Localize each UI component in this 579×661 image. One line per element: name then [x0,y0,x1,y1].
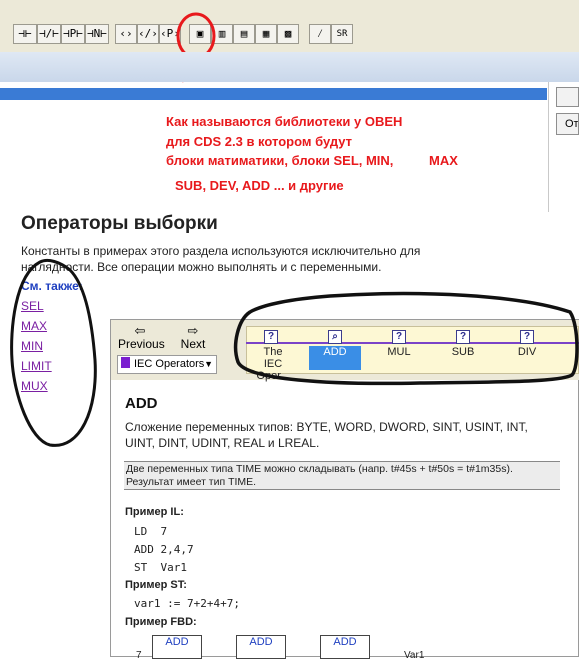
link-sel[interactable]: SEL [21,299,44,313]
topic-the-iec-operators[interactable]: ? The IEC Oper... [248,330,298,382]
topic-mul[interactable]: ? MUL [379,330,419,370]
il-code-line: ST Var1 [134,561,187,574]
search-topic-icon: ⌕ [328,330,342,344]
topic-label: DIV [517,346,537,358]
annotation-line-3: блоки матиматики, блоки SEL, MIN, [166,153,394,168]
fbd-input-value: 7 [136,650,142,661]
next-button[interactable]: ⇨ Next [178,323,208,351]
dropdown-value: IEC Operators [134,358,205,370]
fbd-add-block: ADD [236,635,286,659]
arrow-left-icon: ⇦ [134,323,146,338]
chevron-down-icon: ▼ [204,359,213,369]
window-titlebar-band [0,52,579,82]
annotation-line-2: для CDS 2.3 в котором будут [166,134,353,149]
il-code-line: ADD 2,4,7 [134,543,194,556]
library-dropdown[interactable]: IEC Operators ▼ [117,355,217,374]
link-min[interactable]: MIN [21,339,43,353]
il-code-line: LD 7 [134,525,168,538]
link-max[interactable]: MAX [21,319,47,333]
page-title: Операторы выборки [21,213,218,234]
time-note: Две переменных типа TIME можно складыват… [124,461,560,490]
topic-add[interactable]: ⌕ ADD [309,330,361,370]
topic-label: MUL [387,346,411,358]
topic-div[interactable]: ? DIV [507,330,547,370]
topic-sub[interactable]: ? SUB [443,330,483,370]
intro-text: Константы в примерах этого раздела испол… [21,244,421,274]
arrow-right-icon: ⇨ [187,323,199,338]
topic-label: SUB [451,346,475,358]
annotation-line-3b: MAX [429,153,458,168]
fbd-add-block: ADD [320,635,370,659]
library-color-icon [121,357,130,368]
help-topic-icon: ? [456,330,470,344]
topic-label-selected: ADD [309,346,361,370]
help-topic-icon: ? [520,330,534,344]
topic-heading: ADD [125,395,158,412]
side-button-open[interactable]: От [556,113,579,135]
fbd-add-block: ADD [152,635,202,659]
fbd-output-var: Var1 [404,650,425,661]
topic-description: Сложение переменных типов: BYTE, WORD, D… [125,420,528,450]
help-topic-icon: ? [392,330,406,344]
il-example-label: Пример IL: [125,506,184,518]
previous-label: Previous [118,337,165,351]
st-code-line: var1 := 7+2+4+7; [134,597,240,610]
side-button[interactable] [556,87,579,107]
st-example-label: Пример ST: [125,579,187,591]
help-topic-icon: ? [264,330,278,344]
pane-divider [548,82,549,212]
next-label: Next [180,337,206,351]
annotation-line-4: SUB, DEV, ADD ... и другие [175,178,344,193]
help-header-bar [0,88,547,100]
annotation-line-1: Как называются библиотеки у ОВЕН [166,114,403,129]
fbd-example-label: Пример FBD: [125,616,197,628]
link-mux[interactable]: MUX [21,379,48,393]
previous-button[interactable]: ⇦ Previous [118,323,165,351]
see-also-label: См. также: [21,279,83,293]
link-limit[interactable]: LIMIT [21,359,52,373]
topic-label: The IEC Oper... [256,346,290,382]
